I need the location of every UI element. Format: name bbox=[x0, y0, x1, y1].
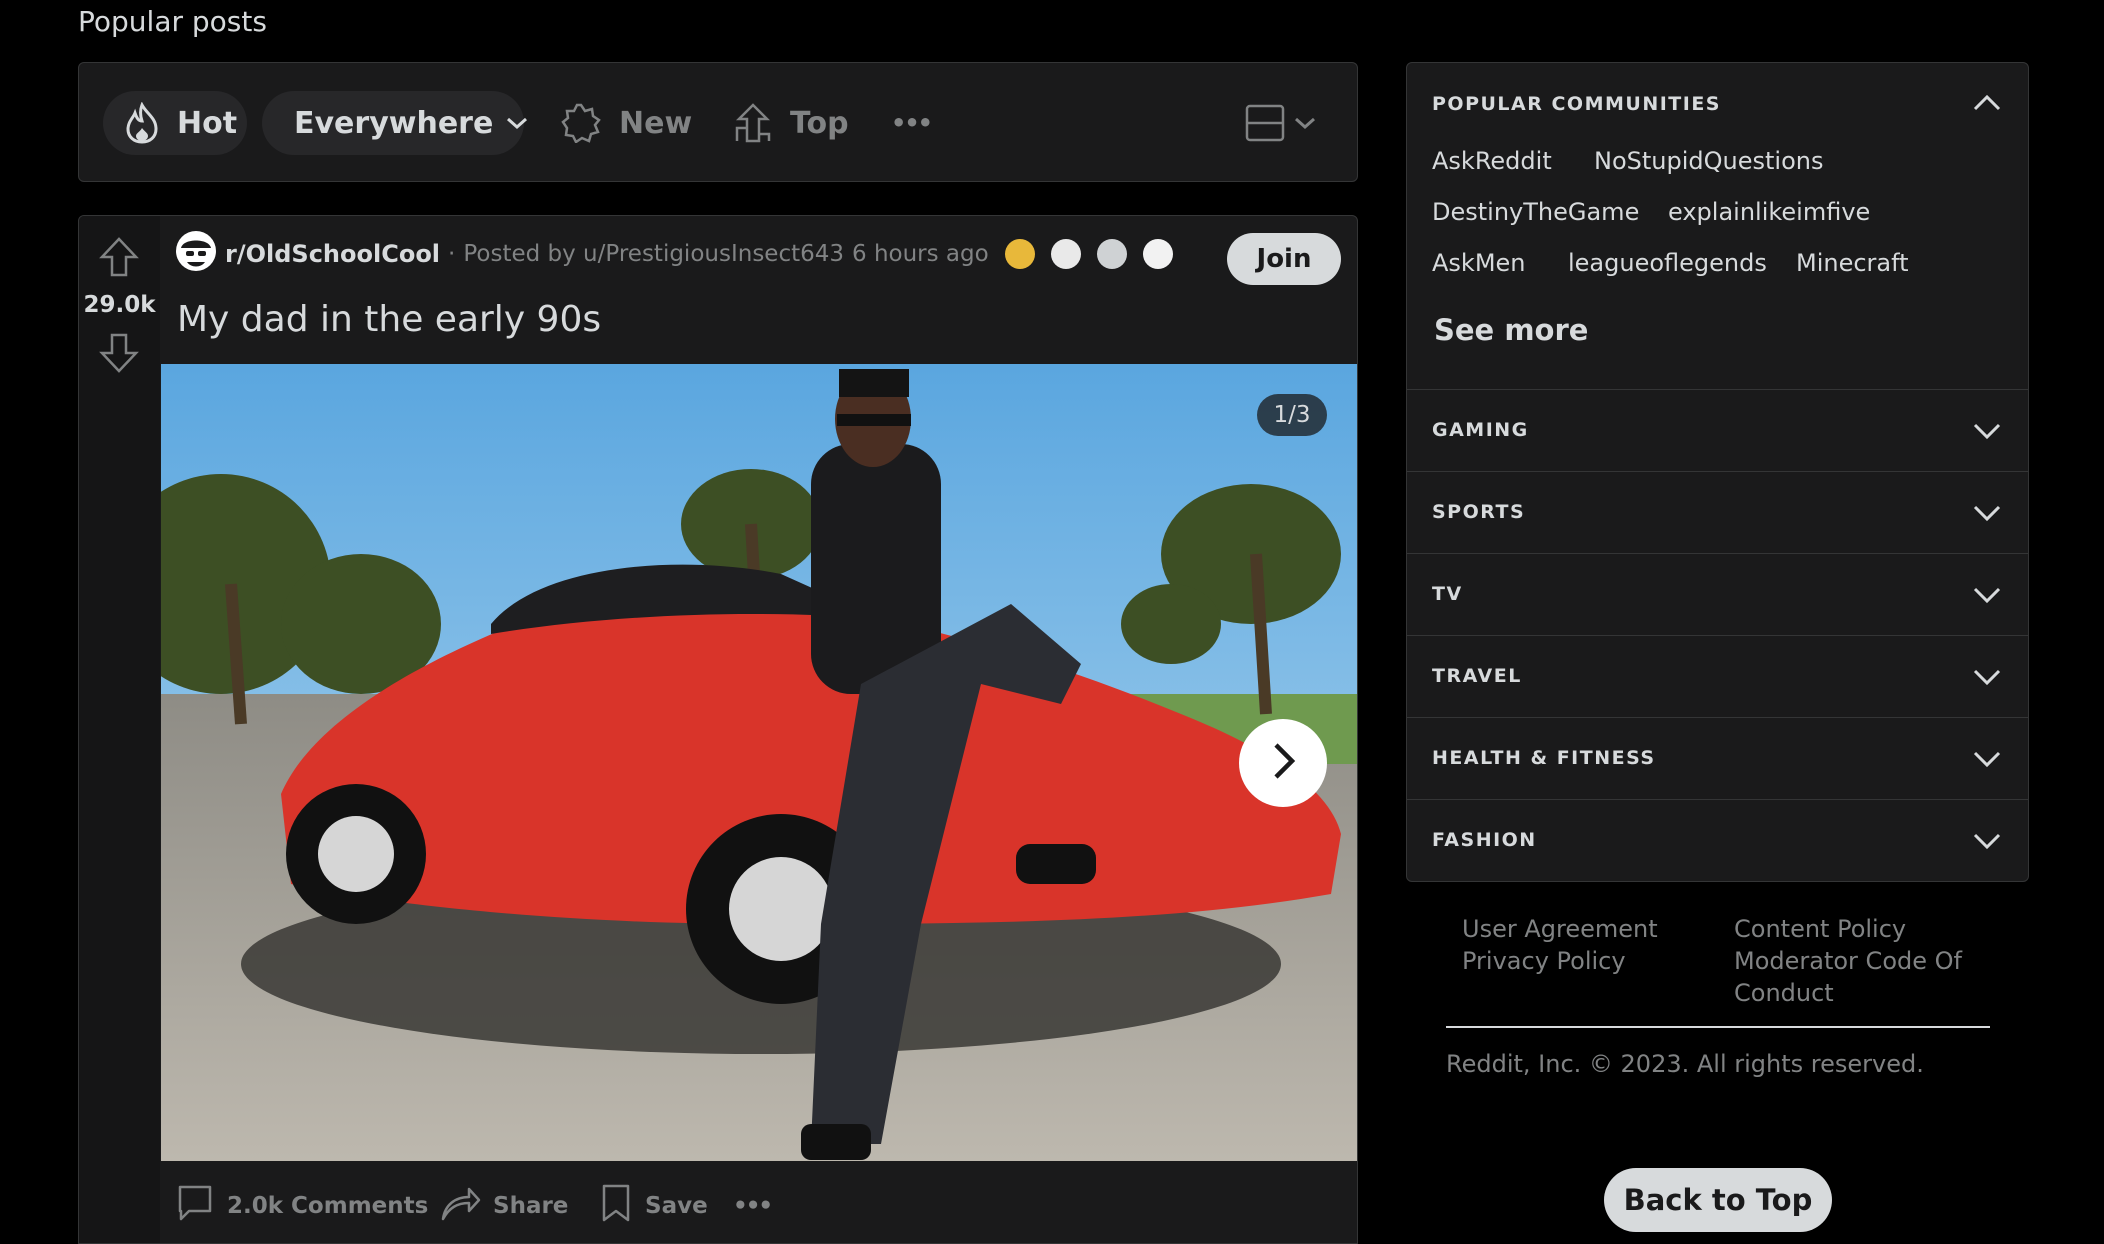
award-icon[interactable] bbox=[1004, 239, 1035, 269]
back-to-top-button[interactable]: Back to Top bbox=[1604, 1168, 1832, 1232]
category-travel[interactable]: TRAVEL bbox=[1432, 665, 1522, 687]
category-tv[interactable]: TV bbox=[1432, 583, 1463, 605]
chevron-right-icon bbox=[1268, 741, 1298, 785]
join-button[interactable]: Join bbox=[1227, 233, 1341, 285]
divider bbox=[1407, 717, 2028, 718]
community-link[interactable]: Minecraft bbox=[1796, 249, 1909, 277]
sort-bar: Hot Everywhere New Top ••• bbox=[78, 62, 1358, 182]
post-image[interactable]: 1/3 bbox=[161, 364, 1357, 1161]
comments-label: 2.0k Comments bbox=[227, 1193, 429, 1219]
bookmark-icon bbox=[599, 1183, 633, 1229]
post-title[interactable]: My dad in the early 90s bbox=[177, 299, 601, 340]
top-chart-icon bbox=[734, 102, 772, 144]
sort-new-button[interactable]: New bbox=[561, 91, 692, 155]
award-icon[interactable] bbox=[1050, 239, 1081, 269]
copyright-text: Reddit, Inc. © 2023. All rights reserved… bbox=[1446, 1050, 1924, 1078]
chevron-down-icon[interactable] bbox=[1972, 503, 2002, 527]
new-burst-icon bbox=[561, 103, 601, 143]
gallery-counter: 1/3 bbox=[1257, 394, 1327, 436]
save-button[interactable]: Save bbox=[599, 1176, 708, 1236]
sort-top-label: Top bbox=[790, 105, 849, 141]
more-icon: ••• bbox=[733, 1193, 773, 1219]
chevron-down-icon[interactable] bbox=[1972, 831, 2002, 855]
chevron-down-icon[interactable] bbox=[1972, 585, 2002, 609]
award-icon[interactable] bbox=[1096, 239, 1127, 269]
user-agreement-link[interactable]: User Agreement bbox=[1462, 913, 1658, 945]
category-sports[interactable]: SPORTS bbox=[1432, 501, 1525, 523]
award-icon[interactable] bbox=[1142, 239, 1173, 269]
community-link[interactable]: AskReddit bbox=[1432, 147, 1552, 175]
category-gaming[interactable]: GAMING bbox=[1432, 419, 1529, 441]
content-policy-link[interactable]: Content Policy bbox=[1734, 913, 1906, 945]
vote-column: 29.0k bbox=[79, 216, 160, 1243]
posted-by[interactable]: Posted by u/PrestigiousInsect643 bbox=[463, 241, 844, 267]
comment-icon bbox=[175, 1183, 215, 1229]
community-link[interactable]: explainlikeimfive bbox=[1668, 198, 1870, 226]
share-label: Share bbox=[493, 1193, 569, 1219]
community-link[interactable]: AskMen bbox=[1432, 249, 1526, 277]
divider bbox=[1407, 799, 2028, 800]
chevron-down-icon bbox=[505, 115, 529, 131]
footer-divider bbox=[1446, 1026, 1990, 1028]
privacy-policy-link[interactable]: Privacy Policy bbox=[1462, 945, 1626, 977]
flame-icon bbox=[123, 102, 161, 144]
divider bbox=[1407, 635, 2028, 636]
photo-illustration bbox=[161, 364, 1357, 1161]
more-icon: ••• bbox=[891, 109, 933, 137]
category-fashion[interactable]: FASHION bbox=[1432, 829, 1537, 851]
chevron-down-icon[interactable] bbox=[1972, 421, 2002, 445]
divider bbox=[1407, 471, 2028, 472]
meta-separator: · bbox=[448, 241, 456, 267]
subreddit-link[interactable]: r/OldSchoolCool bbox=[225, 240, 440, 268]
location-label: Everywhere bbox=[294, 105, 494, 141]
card-view-icon bbox=[1245, 104, 1285, 142]
view-mode-dropdown[interactable] bbox=[1245, 91, 1317, 155]
sort-hot-label: Hot bbox=[177, 105, 238, 141]
share-button[interactable]: Share bbox=[439, 1176, 568, 1236]
divider bbox=[1407, 389, 2028, 390]
popular-communities-title: POPULAR COMMUNITIES bbox=[1432, 93, 1721, 115]
communities-panel: POPULAR COMMUNITIES AskReddit NoStupidQu… bbox=[1406, 62, 2029, 882]
community-link[interactable]: DestinyTheGame bbox=[1432, 198, 1639, 226]
sort-more-button[interactable]: ••• bbox=[891, 91, 933, 155]
chevron-down-icon[interactable] bbox=[1972, 667, 2002, 691]
comments-button[interactable]: 2.0k Comments bbox=[175, 1176, 428, 1236]
community-link[interactable]: leagueoflegends bbox=[1568, 249, 1767, 277]
see-more-button[interactable]: See more bbox=[1434, 313, 1588, 347]
chevron-up-icon[interactable] bbox=[1972, 93, 2002, 117]
post-meta: r/OldSchoolCool · Posted by u/Prestigiou… bbox=[175, 230, 1173, 278]
subreddit-avatar[interactable] bbox=[175, 230, 217, 278]
save-label: Save bbox=[645, 1193, 708, 1219]
post-time: 6 hours ago bbox=[852, 241, 989, 267]
gallery-next-button[interactable] bbox=[1239, 719, 1327, 807]
share-icon bbox=[439, 1183, 481, 1229]
downvote-icon[interactable] bbox=[99, 332, 139, 378]
sort-hot-button[interactable]: Hot bbox=[103, 91, 247, 155]
moderator-code-link[interactable]: Moderator Code Of Conduct bbox=[1734, 945, 1994, 1009]
vote-count: 29.0k bbox=[83, 292, 156, 318]
page-title: Popular posts bbox=[78, 5, 267, 38]
post-card[interactable]: 29.0k r/OldSchoolCool · Posted by u/Pres… bbox=[78, 215, 1358, 1244]
category-health-fitness[interactable]: HEALTH & FITNESS bbox=[1432, 747, 1656, 769]
divider bbox=[1407, 553, 2028, 554]
chevron-down-icon bbox=[1293, 115, 1317, 131]
location-dropdown[interactable]: Everywhere bbox=[262, 91, 528, 155]
community-link[interactable]: NoStupidQuestions bbox=[1594, 147, 1823, 175]
upvote-icon[interactable] bbox=[99, 236, 139, 282]
sort-new-label: New bbox=[619, 105, 693, 141]
sort-top-button[interactable]: Top bbox=[734, 91, 849, 155]
post-more-button[interactable]: ••• bbox=[733, 1176, 773, 1236]
chevron-down-icon[interactable] bbox=[1972, 749, 2002, 773]
